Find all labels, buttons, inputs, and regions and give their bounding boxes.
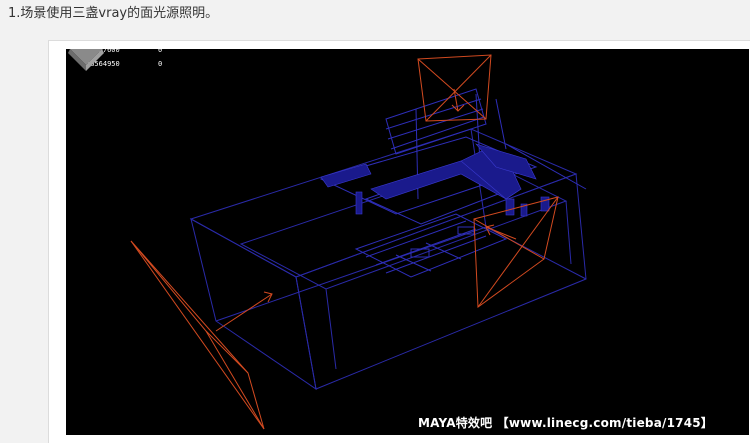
maya-viewport-screenshot: 104076000 165649500 MAYA特效吧 【www.linecg.…	[66, 49, 749, 435]
stat-count: 0	[158, 60, 163, 68]
caption-text: 1.场景使用三盏vray的面光源照明。	[8, 6, 219, 21]
stat-count: 0	[158, 49, 163, 54]
scene-wireframe	[130, 54, 587, 430]
vray-area-lights	[130, 54, 559, 430]
view-cube-icon[interactable]	[66, 49, 106, 71]
watermark-text: MAYA特效吧 【www.linecg.com/tieba/1745】	[417, 416, 713, 430]
